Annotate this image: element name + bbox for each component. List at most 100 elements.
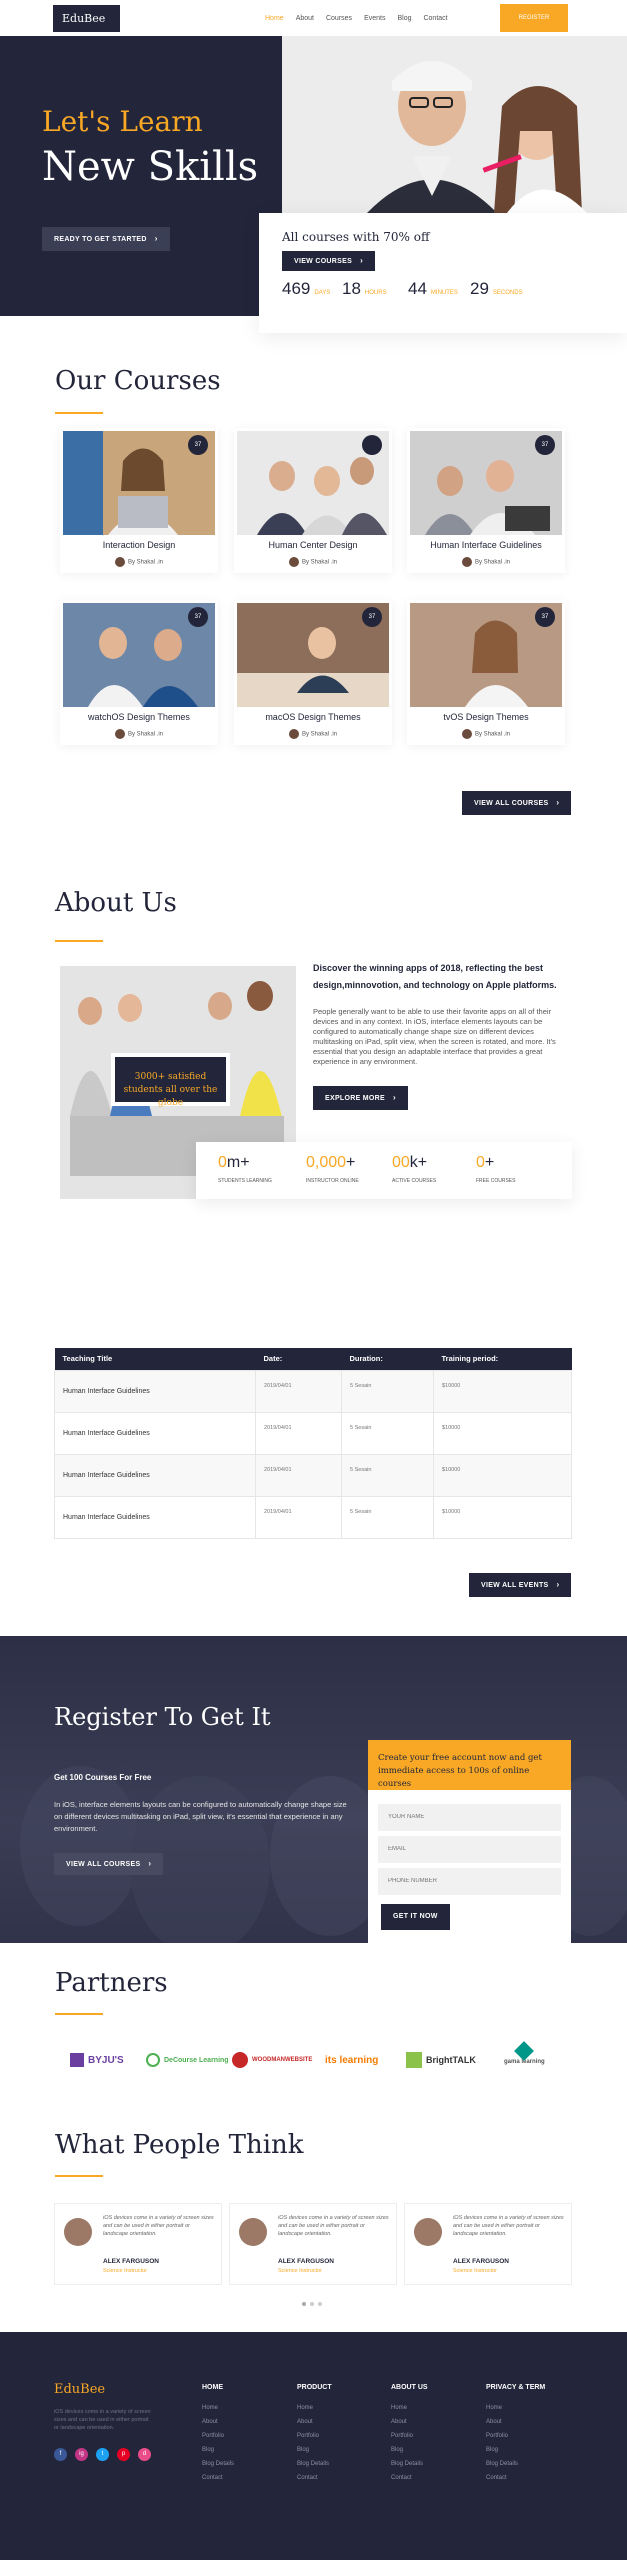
nav-events[interactable]: Events: [364, 15, 385, 22]
stat-value: 0: [476, 1154, 485, 1171]
partner-logo-decourse[interactable]: DeCourse Learning: [146, 2048, 229, 2072]
view-courses-button[interactable]: View Courses ›: [282, 251, 376, 271]
course-card[interactable]: 37 Human Interface Guidelines By Shakal …: [407, 428, 565, 573]
cell-duration: 5 Sesain: [341, 1495, 434, 1539]
dribbble-icon[interactable]: d: [138, 2448, 151, 2461]
footer-link[interactable]: Contact: [486, 2475, 545, 2481]
course-title[interactable]: macOS Design Themes: [234, 712, 392, 722]
table-row[interactable]: Human Interface Guidelines 2019/04/01 5 …: [54, 1369, 572, 1413]
explore-more-label: Explore More: [325, 1095, 385, 1102]
footer-link[interactable]: Blog Details: [486, 2461, 545, 2467]
instagram-icon[interactable]: ig: [75, 2448, 88, 2461]
footer-link[interactable]: Blog Details: [391, 2461, 428, 2467]
stat-suffix: +: [346, 1154, 356, 1171]
carousel-dot[interactable]: [310, 2302, 314, 2306]
course-card[interactable]: 37 watchOS Design Themes By Shakal .in: [60, 600, 218, 745]
course-badge: 37: [188, 607, 208, 627]
footer-link[interactable]: Contact: [202, 2475, 234, 2481]
footer-link[interactable]: Home: [391, 2405, 428, 2411]
cell-period: $10000: [433, 1411, 572, 1455]
carousel-dot[interactable]: [302, 2302, 306, 2306]
cell-title: Human Interface Guidelines: [54, 1453, 256, 1497]
footer-link[interactable]: Portfolio: [202, 2433, 234, 2439]
nav-about[interactable]: About: [296, 15, 314, 22]
testimonial-name: ALEX FARGUSON: [278, 2258, 334, 2265]
cell-title: Human Interface Guidelines: [54, 1495, 256, 1539]
course-title[interactable]: Human Interface Guidelines: [407, 540, 565, 550]
countdown-label: Days: [314, 290, 331, 296]
footer-link[interactable]: Portfolio: [486, 2433, 545, 2439]
explore-more-button[interactable]: Explore More ›: [313, 1086, 408, 1110]
course-card[interactable]: Human Center Design By Shakal .in: [234, 428, 392, 573]
carousel-dot[interactable]: [318, 2302, 322, 2306]
stat-students: 0m+ Students Learning: [218, 1154, 308, 1184]
partner-logo-brighttalk[interactable]: BrightTALK: [406, 2048, 476, 2072]
footer-logo[interactable]: EduBee: [54, 2382, 105, 2397]
view-all-courses-button[interactable]: View All Courses ›: [462, 791, 572, 815]
course-title[interactable]: tvOS Design Themes: [407, 712, 565, 722]
partner-logo-byjus[interactable]: BYJU'S: [70, 2048, 124, 2072]
stat-number: 00k+: [392, 1154, 482, 1172]
phone-field[interactable]: [378, 1868, 561, 1895]
course-card[interactable]: 37 tvOS Design Themes By Shakal .in: [407, 600, 565, 745]
get-started-button[interactable]: Ready to get started ›: [42, 227, 170, 251]
footer-link[interactable]: Blog Details: [202, 2461, 234, 2467]
footer-link[interactable]: Blog: [486, 2447, 545, 2453]
facebook-icon[interactable]: f: [54, 2448, 67, 2461]
footer-link[interactable]: Blog: [297, 2447, 332, 2453]
stat-suffix: m+: [226, 1154, 250, 1171]
nav-courses[interactable]: Courses: [326, 15, 352, 22]
partner-logo-label: its learning: [325, 2054, 379, 2066]
author-avatar: [288, 557, 299, 567]
footer-link[interactable]: About: [297, 2419, 332, 2425]
footer-link[interactable]: Blog Details: [297, 2461, 332, 2467]
footer-link[interactable]: About: [202, 2419, 234, 2425]
pinterest-icon[interactable]: p: [117, 2448, 130, 2461]
footer-link[interactable]: Portfolio: [391, 2433, 428, 2439]
course-badge: 37: [535, 435, 555, 455]
footer-link[interactable]: About: [391, 2419, 428, 2425]
nav-home[interactable]: Home: [265, 15, 284, 22]
footer-link[interactable]: Blog: [202, 2447, 234, 2453]
table-row[interactable]: Human Interface Guidelines 2019/04/01 5 …: [54, 1453, 572, 1497]
col-duration: Duration:: [341, 1348, 434, 1370]
site-footer: EduBee iOS devices come in a variety of …: [0, 2332, 627, 2560]
signup-form: Create your free account now and get imm…: [368, 1740, 571, 1943]
partner-logo-itslearning[interactable]: its learning: [325, 2048, 378, 2072]
site-logo[interactable]: EduBee: [53, 5, 120, 32]
twitter-icon[interactable]: t: [96, 2448, 109, 2461]
footer-link[interactable]: Contact: [391, 2475, 428, 2481]
partner-logo-woodman[interactable]: WOODMANWEBSITE: [232, 2048, 312, 2072]
table-row[interactable]: Human Interface Guidelines 2019/04/01 5 …: [54, 1411, 572, 1455]
footer-link[interactable]: Home: [486, 2405, 545, 2411]
table-row[interactable]: Human Interface Guidelines 2019/04/01 5 …: [54, 1495, 572, 1539]
footer-link[interactable]: Home: [202, 2405, 234, 2411]
register-button[interactable]: Register: [500, 4, 568, 32]
footer-link[interactable]: Portfolio: [297, 2433, 332, 2439]
about-heading: Discover the winning apps of 2018, refle…: [313, 963, 557, 990]
events-table: Teaching Title Date: Duration: Training …: [54, 1348, 572, 1539]
stat-label: Students Learning: [218, 1178, 272, 1184]
partner-logo-gama[interactable]: gama learning: [504, 2041, 545, 2074]
get-it-now-button[interactable]: Get It Now: [381, 1904, 450, 1930]
cell-period: $10000: [433, 1495, 572, 1539]
footer-link[interactable]: Contact: [297, 2475, 332, 2481]
nav-blog[interactable]: Blog: [397, 15, 411, 22]
byjus-icon: [70, 2053, 84, 2067]
view-all-events-button[interactable]: View All Events ›: [469, 1573, 572, 1597]
footer-column-privacy: Privacy & Term Home About Portfolio Blog…: [486, 2384, 545, 2489]
footer-link[interactable]: Home: [297, 2405, 332, 2411]
countdown-label: Seconds: [492, 290, 523, 296]
footer-link[interactable]: Blog: [391, 2447, 428, 2453]
course-title[interactable]: Human Center Design: [234, 540, 392, 550]
course-title[interactable]: watchOS Design Themes: [60, 712, 218, 722]
nav-contact[interactable]: Contact: [423, 15, 447, 22]
footer-link[interactable]: About: [486, 2419, 545, 2425]
course-card[interactable]: 37 Interaction Design By Shakal .in: [60, 428, 218, 573]
register-view-courses-button[interactable]: View All Courses ›: [54, 1853, 164, 1875]
name-field[interactable]: [378, 1804, 561, 1831]
course-title[interactable]: Interaction Design: [60, 540, 218, 550]
course-card[interactable]: 37 macOS Design Themes By Shakal .in: [234, 600, 392, 745]
author-avatar: [288, 729, 299, 739]
email-field[interactable]: [378, 1836, 561, 1863]
